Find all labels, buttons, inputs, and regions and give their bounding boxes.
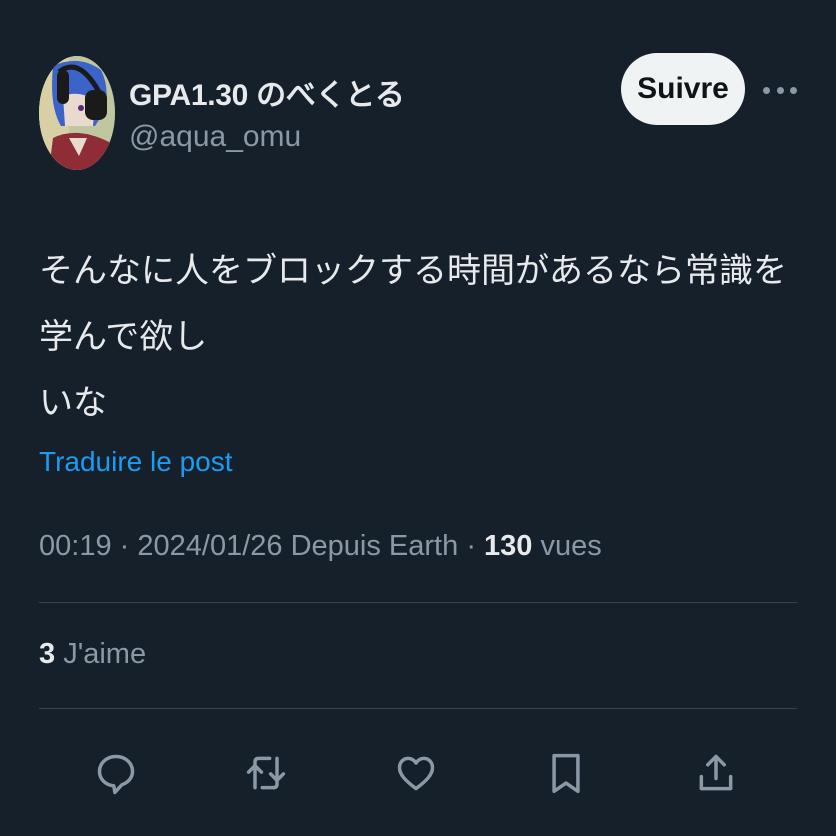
- likes-count: 3: [39, 638, 56, 670]
- bookmark-icon: [552, 753, 580, 794]
- author-handle[interactable]: @aqua_omu: [129, 120, 301, 154]
- reply-icon: [97, 754, 135, 795]
- meta-separator: ·: [119, 530, 130, 562]
- bookmark-button[interactable]: [542, 745, 590, 801]
- more-dot: [790, 86, 797, 94]
- retweet-button[interactable]: [242, 745, 290, 801]
- like-button[interactable]: [392, 745, 440, 801]
- tweet-text: そんなに人をブロックする時間があるなら常識を学んで欲し いな: [39, 252, 787, 422]
- share-button[interactable]: [692, 745, 740, 801]
- share-icon: [699, 754, 733, 791]
- tweet-date[interactable]: 2024/01/26: [137, 530, 282, 562]
- likes-stat[interactable]: 3 J'aime: [39, 638, 146, 671]
- follow-button[interactable]: Suivre: [621, 53, 745, 125]
- divider: [39, 708, 797, 709]
- tweet-meta: 00:19 · 2024/01/26 Depuis Earth · 130 vu…: [39, 530, 602, 563]
- avatar-image: [39, 56, 115, 170]
- meta-separator: ·: [466, 530, 476, 562]
- more-dot: [763, 86, 770, 94]
- likes-label: J'aime: [63, 638, 147, 670]
- more-options-icon[interactable]: [763, 80, 797, 100]
- divider: [39, 602, 797, 603]
- reply-button[interactable]: [92, 745, 140, 801]
- tweet-source: Depuis Earth: [290, 530, 459, 562]
- author-display-name[interactable]: GPA1.30 のべくとる: [129, 70, 405, 114]
- translate-link[interactable]: Traduire le post: [39, 446, 233, 478]
- tweet-time[interactable]: 00:19: [39, 530, 112, 562]
- avatar[interactable]: [39, 56, 115, 170]
- more-dot: [776, 86, 784, 94]
- heart-icon: [397, 756, 435, 791]
- views-count: 130: [484, 530, 533, 562]
- retweet-icon: [246, 756, 286, 790]
- views-label: vues: [540, 530, 602, 562]
